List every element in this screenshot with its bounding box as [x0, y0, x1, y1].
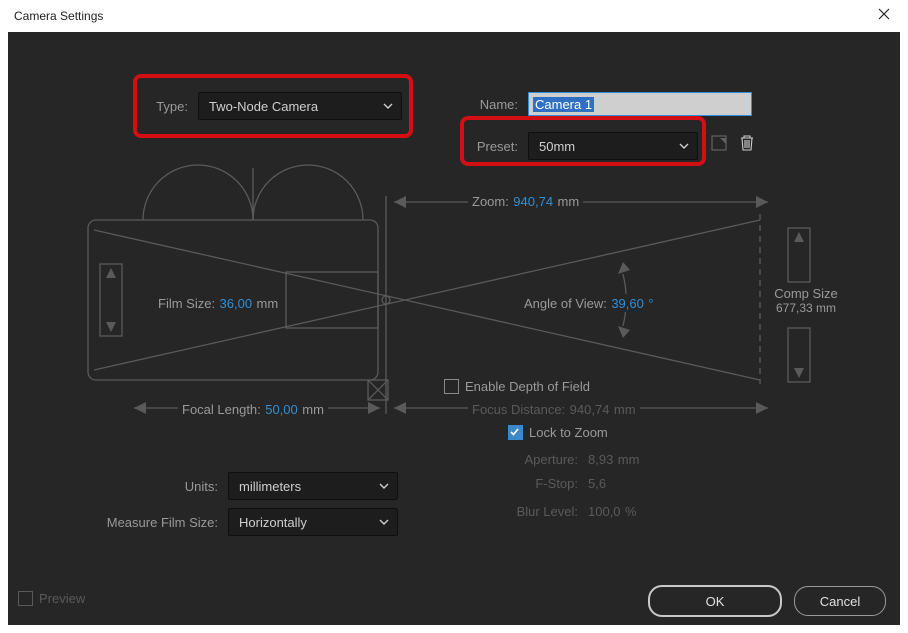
- measure-label: Measure Film Size:: [98, 515, 218, 530]
- focusdist-value: 940,74: [570, 402, 610, 417]
- chevron-down-icon: [379, 517, 389, 527]
- type-value: Two-Node Camera: [209, 99, 318, 114]
- aperture-unit: mm: [618, 452, 640, 467]
- compsize-unit: mm: [816, 301, 836, 315]
- ok-button[interactable]: OK: [648, 585, 782, 617]
- compsize-label: Comp Size: [766, 286, 846, 301]
- zoom-unit: mm: [558, 194, 580, 209]
- fstop-value: 5,6: [588, 476, 606, 491]
- titlebar: Camera Settings: [0, 0, 908, 32]
- chevron-down-icon: [379, 481, 389, 491]
- enable-dof-label: Enable Depth of Field: [465, 379, 590, 394]
- dialog-body: Type: Two-Node Camera Name: Camera 1 Pre…: [8, 32, 900, 625]
- aperture-value: 8,93: [588, 452, 613, 467]
- fstop-label: F-Stop:: [516, 476, 578, 491]
- filmsize-label: Film Size:: [158, 296, 215, 311]
- zoom-value[interactable]: 940,74: [513, 194, 553, 209]
- close-icon[interactable]: [874, 7, 894, 26]
- focusdist-unit: mm: [614, 402, 636, 417]
- type-select[interactable]: Two-Node Camera: [198, 92, 402, 120]
- preview-label: Preview: [39, 591, 85, 606]
- lock-to-zoom-checkbox[interactable]: [508, 425, 523, 440]
- name-input[interactable]: Camera 1: [528, 92, 752, 116]
- aperture-label: Aperture:: [516, 452, 578, 467]
- lock-to-zoom-label: Lock to Zoom: [529, 425, 608, 440]
- focal-value[interactable]: 50,00: [265, 402, 298, 417]
- chevron-down-icon: [383, 101, 393, 111]
- preview-checkbox[interactable]: [18, 591, 33, 606]
- cancel-button[interactable]: Cancel: [794, 586, 886, 616]
- filmsize-value[interactable]: 36,00: [220, 296, 253, 311]
- enable-dof-checkbox[interactable]: [444, 379, 459, 394]
- angle-unit: °: [648, 296, 653, 311]
- angle-value[interactable]: 39,60: [611, 296, 644, 311]
- measure-select[interactable]: Horizontally: [228, 508, 398, 536]
- name-label: Name:: [468, 97, 518, 112]
- blur-value: 100,0: [588, 504, 621, 519]
- zoom-label: Zoom:: [472, 194, 509, 209]
- compsize-value: 677,33: [776, 301, 813, 315]
- filmsize-unit: mm: [257, 296, 279, 311]
- units-label: Units:: [98, 479, 218, 494]
- window: Camera Settings Type: Two-Node Camera Na…: [0, 0, 908, 633]
- focal-label: Focal Length:: [182, 402, 261, 417]
- measure-value: Horizontally: [239, 515, 307, 530]
- focusdist-label: Focus Distance:: [472, 402, 565, 417]
- type-label: Type:: [138, 99, 188, 114]
- window-title: Camera Settings: [14, 9, 103, 23]
- units-value: millimeters: [239, 479, 301, 494]
- dialog-footer: Preview OK Cancel: [8, 577, 900, 625]
- units-select[interactable]: millimeters: [228, 472, 398, 500]
- focal-unit: mm: [302, 402, 324, 417]
- name-value: Camera 1: [533, 97, 594, 112]
- blur-label: Blur Level:: [506, 504, 578, 519]
- angle-label: Angle of View:: [524, 296, 607, 311]
- blur-unit: %: [625, 504, 637, 519]
